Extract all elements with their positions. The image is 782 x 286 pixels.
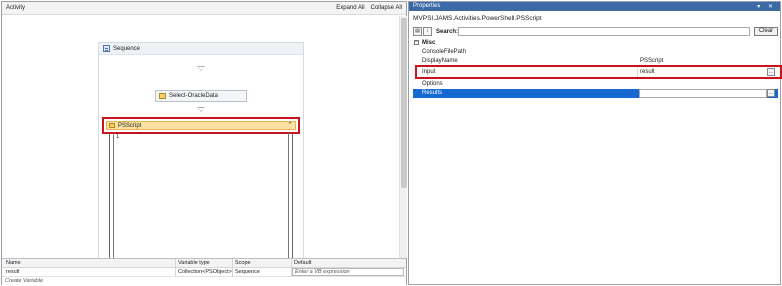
psscript-body: 1 — [109, 133, 293, 258]
collapse-chevron-icon[interactable]: ⌃ — [287, 122, 293, 129]
column-header-scope[interactable]: Scope — [235, 260, 251, 266]
line-number: 1 — [116, 134, 120, 140]
select-oracledata-activity[interactable]: Select-OracleData — [155, 90, 247, 102]
column-header-default[interactable]: Default — [294, 260, 311, 266]
table-row[interactable]: result Collection<PSObject> Sequence Ent… — [2, 268, 406, 277]
column-divider — [291, 259, 292, 277]
category-misc[interactable]: − Misc — [413, 39, 778, 47]
psscript-label: PSScript — [118, 123, 142, 129]
property-name: Results — [422, 90, 443, 96]
collapse-minus-icon[interactable]: − — [414, 40, 419, 45]
category-label: Misc — [422, 40, 436, 46]
script-editor[interactable]: 1 — [113, 133, 289, 258]
column-header-name[interactable]: Name — [6, 260, 21, 266]
variable-name-cell[interactable]: result — [6, 269, 19, 275]
create-variable-row[interactable]: Create Variable — [2, 277, 406, 286]
property-value-input[interactable] — [639, 89, 767, 98]
alphabetical-sort-icon[interactable]: ↕ — [423, 27, 432, 36]
ellipsis-button[interactable]: ... — [767, 89, 775, 97]
variables-header-row: Name Variable type Scope Default — [2, 259, 406, 268]
search-input[interactable] — [458, 27, 750, 36]
input-highlight-box — [415, 65, 782, 79]
designer-title: Activity — [6, 5, 26, 11]
clear-button[interactable]: Clear — [754, 27, 778, 36]
psscript-activity-header[interactable]: PSScript ⌃ — [106, 121, 296, 130]
drop-target-arrow-icon[interactable] — [197, 107, 205, 112]
designer-header: Activity Expand All Collapse All — [2, 2, 406, 15]
sequence-header[interactable]: Sequence — [99, 43, 303, 55]
expand-all-link[interactable]: Expand All — [336, 5, 364, 11]
scrollbar-thumb[interactable] — [401, 18, 407, 188]
select-oracledata-label: Select-OracleData — [169, 93, 219, 99]
sequence-icon — [103, 45, 110, 52]
variable-scope-cell[interactable]: Sequence — [235, 269, 260, 275]
properties-toolbar: ▤ ↕ Search: Clear — [413, 26, 778, 38]
psscript-highlight-box: PSScript ⌃ — [102, 117, 300, 134]
selected-object-type: MVPSI.JAMS.Activities.PowerShell.PSScrip… — [413, 15, 542, 22]
property-name: ConsoleFilePath — [422, 49, 467, 55]
column-header-variable-type[interactable]: Variable type — [178, 260, 210, 266]
activity-icon — [109, 123, 115, 128]
workflow-designer-pane: Activity Expand All Collapse All Sequenc… — [1, 1, 407, 286]
column-divider — [175, 259, 176, 277]
sequence-label: Sequence — [113, 46, 141, 52]
property-value[interactable]: PSScript — [640, 58, 663, 64]
property-name: Options — [422, 81, 443, 87]
designer-vertical-scrollbar[interactable] — [399, 16, 407, 258]
default-expression-placeholder: Enter a VB expression — [295, 269, 350, 275]
drop-target-arrow-icon[interactable] — [197, 66, 205, 71]
properties-title: Properties — [413, 3, 441, 9]
activity-icon — [159, 93, 166, 99]
property-row-options[interactable]: Options — [413, 80, 778, 89]
window-buttons[interactable]: ▾ ✕ — [757, 3, 776, 10]
properties-titlebar: Properties ▾ ✕ — [409, 2, 780, 11]
variables-grid: Name Variable type Scope Default result … — [2, 258, 406, 286]
search-label: Search: — [436, 29, 459, 35]
categorized-view-icon[interactable]: ▤ — [413, 27, 422, 36]
variable-type-cell[interactable]: Collection<PSObject> — [178, 269, 232, 275]
default-expression-input[interactable]: Enter a VB expression — [292, 268, 404, 276]
sequence-activity[interactable]: Sequence Select-OracleData PSScript ⌃ 1 — [98, 42, 304, 258]
properties-pane: Properties ▾ ✕ MVPSI.JAMS.Activities.Pow… — [408, 1, 782, 285]
property-row-consolefilepath[interactable]: ConsoleFilePath — [413, 48, 778, 57]
designer-canvas[interactable]: Sequence Select-OracleData PSScript ⌃ 1 — [2, 16, 398, 258]
designer-actions: Expand All Collapse All — [336, 5, 402, 11]
collapse-all-link[interactable]: Collapse All — [371, 5, 402, 11]
property-name: DisplayName — [422, 58, 458, 64]
column-divider — [232, 259, 233, 277]
create-variable-label[interactable]: Create Variable — [5, 278, 43, 284]
property-row-results[interactable]: Results ... — [413, 89, 778, 98]
